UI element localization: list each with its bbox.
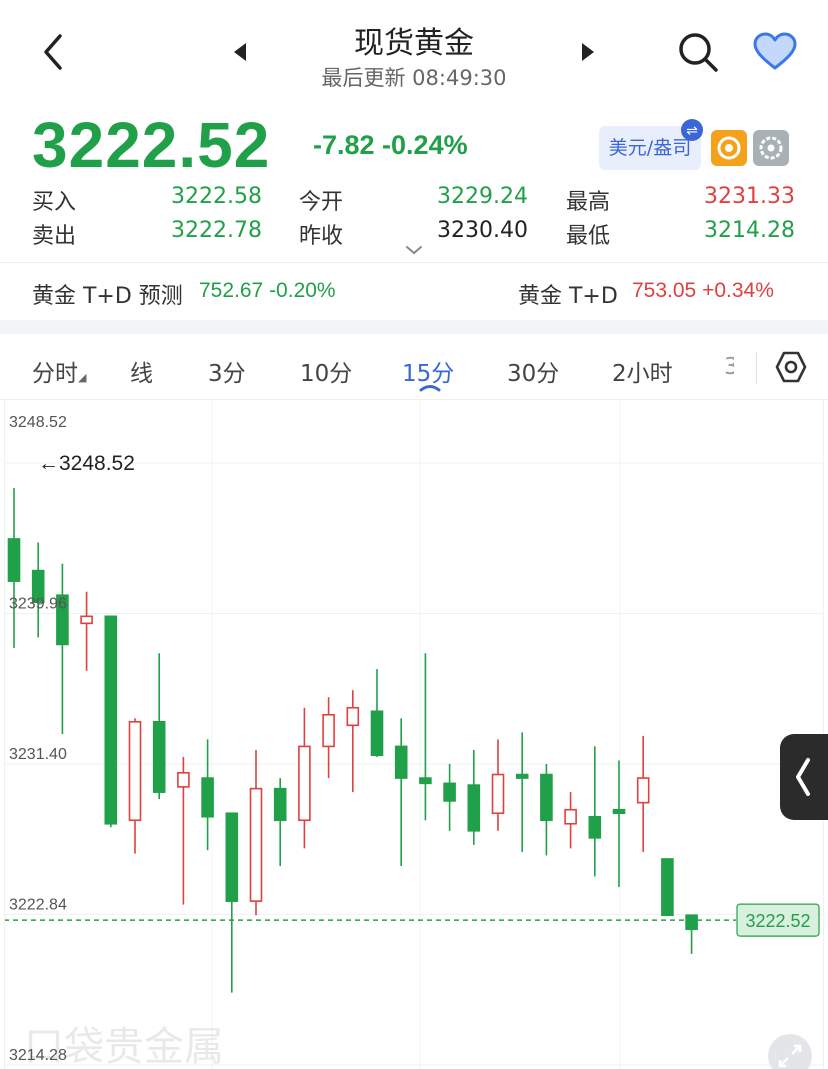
switch-unit-badge: ⇌ (681, 119, 703, 141)
favorite-heart-icon[interactable] (752, 32, 798, 72)
tab-overflow[interactable]: 3 (724, 354, 734, 380)
chart-settings-icon[interactable] (774, 350, 808, 384)
section-gap (0, 320, 828, 334)
low-value: 3214.28 (704, 218, 795, 243)
refresh-icon (717, 136, 741, 160)
tab-2hour[interactable]: 2小时 (612, 354, 673, 388)
fullscreen-button[interactable] (768, 1034, 812, 1069)
td-label[interactable]: 黄金 T+D (518, 278, 618, 310)
td-forecast-value: 752.67 -0.20% (199, 279, 336, 302)
tab-30min[interactable]: 30分 (507, 354, 559, 388)
last-updated: 最后更新 08:49:30 (321, 66, 507, 90)
tool-button[interactable] (753, 130, 789, 166)
buy-value: 3222.58 (171, 184, 262, 209)
tab-15min[interactable]: 15分 (402, 354, 454, 388)
page-title: 现货黄金 (354, 26, 474, 61)
prev-close-value: 3230.40 (437, 218, 528, 243)
open-value: 3229.24 (437, 184, 528, 209)
high-value: 3231.33 (704, 184, 795, 209)
chevron-down-icon[interactable] (404, 244, 424, 256)
tab-intraday[interactable]: 分时◢ (32, 354, 86, 388)
period-tabs: 分时◢ 日线 3分 10分 15分 30分 2小时 3 (0, 334, 828, 400)
sell-label: 卖出 (32, 224, 77, 249)
next-item-icon[interactable] (578, 40, 598, 64)
high-label: 最高 (566, 190, 611, 215)
active-tab-indicator (419, 385, 441, 392)
prev-close-label: 昨收 (299, 224, 344, 249)
divider (0, 262, 828, 263)
side-panel-handle[interactable] (780, 734, 828, 820)
td-value: 753.05 +0.34% (632, 279, 774, 302)
search-icon[interactable] (676, 30, 720, 74)
expand-icon (778, 1044, 802, 1068)
settings-gear-icon (759, 136, 783, 160)
previous-item-icon[interactable] (230, 40, 250, 64)
chart-frame (4, 400, 824, 1069)
tab-daily-clip: 日线 (130, 354, 160, 384)
td-forecast-label[interactable]: 黄金 T+D 预测 (32, 278, 183, 310)
tab-daily[interactable]: 日线 (130, 354, 153, 384)
nav-header: 现货黄金 最后更新 08:49:30 (0, 0, 828, 105)
candlestick-chart[interactable]: 3248.52 3239.96 3231.40 3222.84 3214.28 ←3248… (0, 400, 828, 1069)
back-icon[interactable] (36, 28, 72, 76)
tab-10min[interactable]: 10分 (300, 354, 352, 388)
low-label: 最低 (566, 224, 611, 249)
current-price: 3222.52 (32, 109, 271, 181)
tab-3min[interactable]: 3分 (208, 354, 246, 388)
sell-value: 3222.78 (171, 218, 262, 243)
price-change: -7.82 -0.24% (313, 130, 468, 160)
open-label: 今开 (299, 190, 344, 215)
buy-label: 买入 (32, 190, 77, 215)
alert-button[interactable] (711, 130, 747, 166)
tab-overflow-clip: 3 (724, 354, 734, 384)
tab-separator (756, 352, 757, 384)
chevron-left-icon (796, 758, 810, 796)
caret-down-icon: ◢ (78, 371, 87, 384)
